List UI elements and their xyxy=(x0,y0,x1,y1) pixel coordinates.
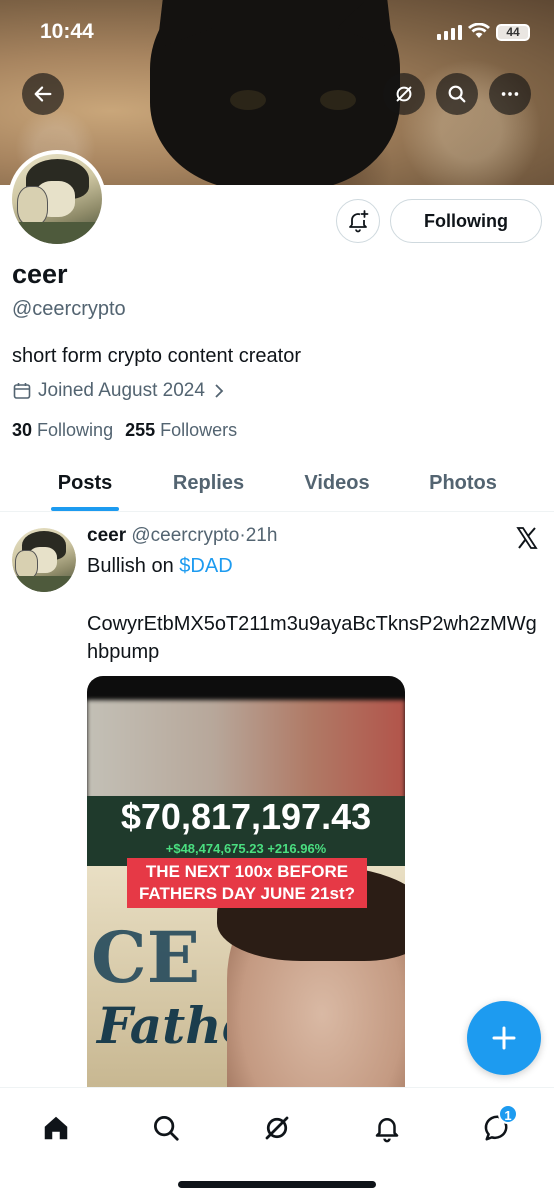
messages-badge: 1 xyxy=(498,1104,518,1124)
grok-icon xyxy=(396,86,412,102)
battery-icon: 44 xyxy=(496,24,530,41)
following-stat[interactable]: 30 Following xyxy=(12,420,113,441)
signal-icon xyxy=(437,25,462,40)
post-media-video[interactable]: CE Father $70,817,197.43 +$48,474,675.23… xyxy=(87,676,405,1096)
status-bar: 10:44 44 xyxy=(0,0,554,60)
profile-avatar[interactable] xyxy=(8,150,106,248)
bell-plus-icon xyxy=(349,210,369,233)
tab-photos[interactable]: Photos xyxy=(427,455,499,511)
back-arrow-icon xyxy=(34,86,52,102)
active-tab-indicator xyxy=(51,507,119,511)
home-icon xyxy=(44,1116,68,1140)
notifications-toggle-button[interactable] xyxy=(336,199,380,243)
joined-text: Joined August 2024 xyxy=(38,380,205,401)
calendar-icon xyxy=(13,383,31,399)
post-contract-address: CowyrEtbMX5oT211m3u9ayaBcTknsP2wh2zMWghb… xyxy=(87,613,537,663)
nav-notifications[interactable] xyxy=(367,1108,407,1148)
back-button[interactable] xyxy=(22,73,64,115)
post-header: ceer @ceercrypto·21h xyxy=(87,525,278,546)
search-button[interactable] xyxy=(436,73,478,115)
post-avatar-image xyxy=(12,528,76,592)
plus-icon xyxy=(492,1026,516,1050)
post-author-name[interactable]: ceer xyxy=(87,525,126,546)
post-time: 21h xyxy=(245,525,278,546)
tab-posts[interactable]: Posts xyxy=(0,455,170,511)
profile-tabs: Posts Replies Videos Photos xyxy=(0,455,554,512)
nav-search[interactable] xyxy=(146,1108,186,1148)
search-icon xyxy=(154,1116,179,1141)
compose-button[interactable] xyxy=(467,1001,541,1075)
tab-videos[interactable]: Videos xyxy=(247,455,427,511)
more-button[interactable] xyxy=(489,73,531,115)
grok-icon xyxy=(265,1116,289,1140)
followers-stat[interactable]: 255 Followers xyxy=(125,420,237,441)
media-price: $70,817,197.43 xyxy=(120,796,372,837)
wifi-icon xyxy=(468,23,490,38)
post-text: Bullish on $DAD xyxy=(87,555,233,577)
status-time: 10:44 xyxy=(40,20,94,43)
media-person xyxy=(217,866,405,1096)
profile-handle: @ceercrypto xyxy=(12,298,126,320)
joined-date[interactable]: Joined August 2024 xyxy=(12,380,227,402)
nav-home[interactable] xyxy=(36,1108,76,1148)
avatar-image xyxy=(12,154,102,244)
post-avatar[interactable] xyxy=(12,528,76,592)
nav-grok[interactable] xyxy=(257,1108,297,1148)
x-logo-icon xyxy=(516,527,538,549)
more-icon xyxy=(501,92,519,96)
grok-button[interactable] xyxy=(383,73,425,115)
post-author-handle[interactable]: @ceercrypto xyxy=(131,525,239,546)
nav-messages[interactable]: 1 xyxy=(478,1104,518,1148)
profile-stats: 30 Following 255 Followers xyxy=(12,420,237,441)
bell-icon xyxy=(375,1118,399,1143)
profile-name: ceer xyxy=(12,259,68,289)
cashtag-link[interactable]: $DAD xyxy=(179,555,232,577)
media-gain: +$48,474,675.23 +216.96% xyxy=(165,841,327,856)
search-icon xyxy=(448,85,466,103)
following-button[interactable]: Following xyxy=(390,199,542,243)
profile-bio: short form crypto content creator xyxy=(12,345,302,367)
home-indicator[interactable] xyxy=(178,1181,376,1188)
tab-replies[interactable]: Replies xyxy=(170,455,247,511)
chevron-right-icon xyxy=(215,384,224,398)
media-headline: THE NEXT 100x BEFORE FATHERS DAY JUNE 21… xyxy=(127,858,367,908)
poster-text: CE xyxy=(91,916,201,999)
